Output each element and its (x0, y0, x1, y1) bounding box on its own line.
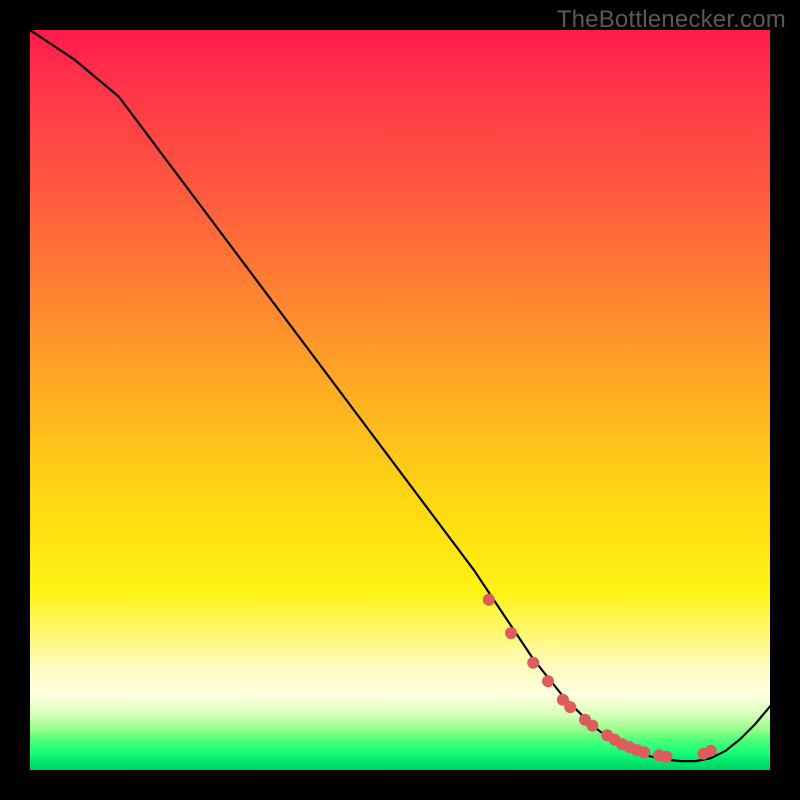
watermark-label: TheBottlenecker.com (557, 6, 786, 34)
highlight-point (660, 751, 672, 763)
highlight-point (705, 745, 717, 757)
highlight-point (542, 675, 554, 687)
highlight-point (483, 594, 495, 606)
highlight-point (527, 657, 539, 669)
chart-frame: TheBottlenecker.com (0, 0, 800, 800)
marker-layer (483, 594, 717, 763)
highlight-point (638, 746, 650, 758)
highlight-point (564, 701, 576, 713)
plot-area (30, 30, 770, 770)
highlight-point (505, 627, 517, 639)
bottleneck-curve (30, 30, 770, 761)
highlight-point (586, 720, 598, 732)
curve-layer (30, 30, 770, 770)
